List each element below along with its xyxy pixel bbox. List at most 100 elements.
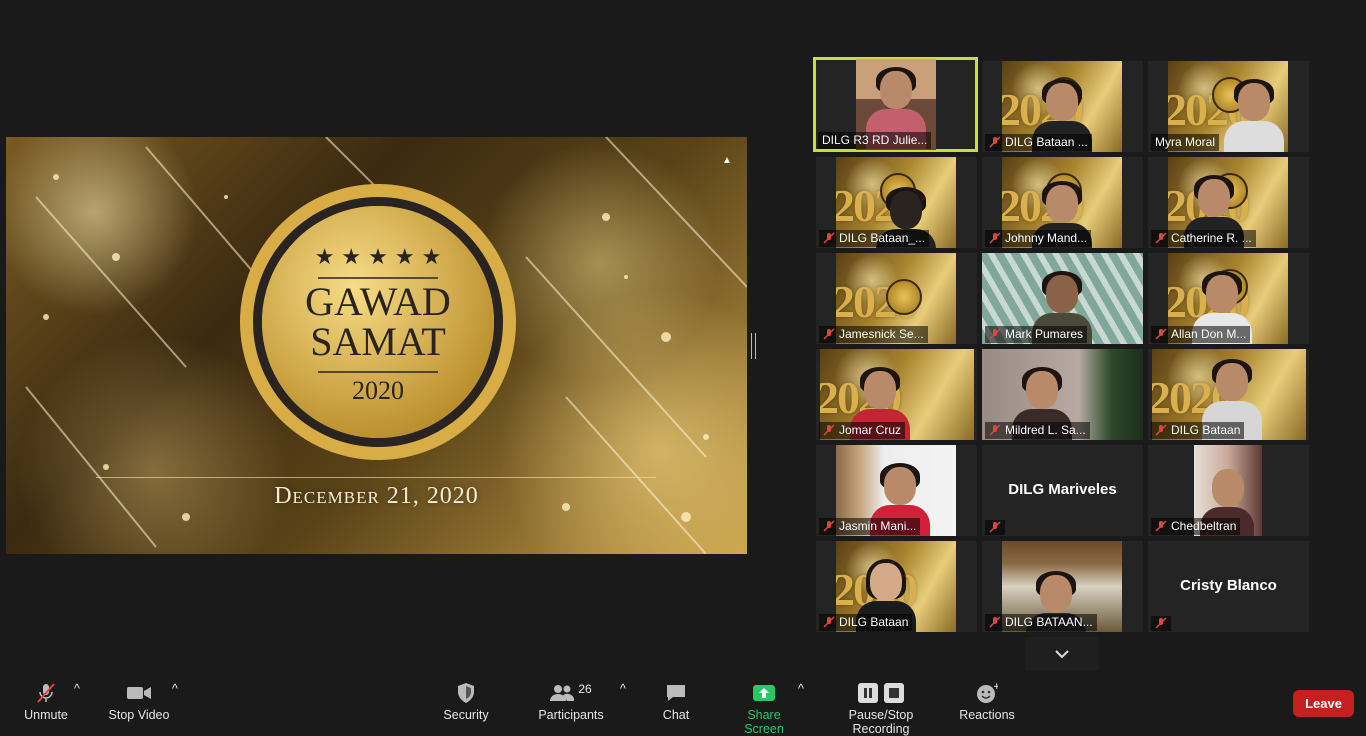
security-label: Security <box>443 708 489 722</box>
mic-muted-icon <box>823 520 835 532</box>
chat-bubble-icon <box>667 685 685 701</box>
audio-options-caret[interactable]: ^ <box>74 682 80 696</box>
participants-button[interactable]: 26 Participants <box>536 682 606 722</box>
participant-name-label: Jasmin Mani... <box>819 518 921 535</box>
participant-name: Jamesnick Se... <box>839 327 924 341</box>
video-camera-icon <box>127 687 151 699</box>
participant-name-label: Mildred L. Sa... <box>985 422 1090 439</box>
participant-name: Chedbeltran <box>1171 519 1237 533</box>
badge-year: 2020 <box>352 376 404 405</box>
participant-tile[interactable]: Myra Moral <box>1148 61 1309 152</box>
participant-name-label: DILG Bataan_... <box>819 230 930 247</box>
security-button[interactable]: Security <box>440 682 492 722</box>
participant-tile[interactable]: DILG R3 RD Julie... <box>813 57 978 152</box>
mic-muted-icon <box>1155 520 1167 532</box>
meeting-toolbar: Unmute ^ Stop Video ^ Security 26 Partic… <box>0 674 1366 736</box>
participant-name-label: DILG BATAAN... <box>985 614 1097 631</box>
participant-tile[interactable]: Mark Pumares <box>982 253 1143 344</box>
participant-name: Mark Pumares <box>1005 327 1084 341</box>
participant-name-label: Jamesnick Se... <box>819 326 928 343</box>
participants-options-caret[interactable]: ^ <box>620 682 626 696</box>
event-date: December 21, 2020 <box>274 483 479 509</box>
participant-tile[interactable]: Chedbeltran <box>1148 445 1309 536</box>
participant-name: Jomar Cruz <box>839 423 902 437</box>
unmute-label: Unmute <box>24 708 68 722</box>
participant-tile[interactable]: DILG BATAAN... <box>982 541 1143 632</box>
emoji-plus-icon: + <box>977 682 998 703</box>
participant-name-label: Johnny Mand... <box>985 230 1092 247</box>
reactions-label: Reactions <box>959 708 1015 722</box>
video-options-caret[interactable]: ^ <box>172 682 178 696</box>
participant-tile[interactable]: DILG Mariveles <box>982 445 1143 536</box>
mic-muted-icon <box>823 424 835 436</box>
participant-tile[interactable]: Cristy Blanco <box>1148 541 1309 632</box>
participant-name: Jasmin Mani... <box>839 519 917 533</box>
stop-video-label: Stop Video <box>108 708 170 722</box>
participant-name-label: Catherine R. ... <box>1151 230 1256 247</box>
participant-name-label: Jomar Cruz <box>819 422 906 439</box>
participants-count: 26 <box>578 682 592 696</box>
participant-name-label: Chedbeltran <box>1151 518 1241 535</box>
participant-tile[interactable]: Catherine R. ... <box>1148 157 1309 248</box>
mic-muted-icon <box>989 616 1001 628</box>
badge-text: GAWAD SAMAT 2020 <box>238 182 518 462</box>
participant-tile[interactable]: Jamesnick Se... <box>816 253 977 344</box>
mic-muted-icon <box>1155 617 1167 629</box>
mic-muted-icon <box>1155 424 1167 436</box>
share-screen-button[interactable]: Share Screen <box>726 682 802 736</box>
mic-muted-icon <box>989 424 1001 436</box>
participant-tile[interactable]: Mildred L. Sa... <box>982 349 1143 440</box>
mic-muted-icon <box>1155 328 1167 340</box>
participant-name-label: Myra Moral <box>1151 134 1220 151</box>
participant-tile[interactable]: Jomar Cruz <box>816 349 977 440</box>
unmute-button[interactable]: Unmute <box>14 682 78 722</box>
mic-muted-icon <box>823 616 835 628</box>
leave-button[interactable]: Leave <box>1293 690 1354 717</box>
participant-name: DILG Bataan <box>839 615 909 629</box>
mic-muted-icon <box>989 136 1001 148</box>
participant-name-label: DILG Bataan <box>819 614 913 631</box>
mic-muted-icon <box>823 232 835 244</box>
mic-muted-icon <box>823 328 835 340</box>
badge-title-line1: GAWAD <box>305 279 451 324</box>
participant-tile[interactable]: DILG Bataan <box>1148 349 1309 440</box>
participants-icon <box>550 685 575 701</box>
chat-button[interactable]: Chat <box>656 682 696 722</box>
participant-tile[interactable]: Johnny Mand... <box>982 157 1143 248</box>
mic-muted-icon <box>37 683 55 703</box>
participant-name: Allan Don M... <box>1171 327 1247 341</box>
reactions-button[interactable]: + Reactions <box>958 682 1016 722</box>
svg-text:+: + <box>993 682 998 692</box>
participant-name-label <box>985 520 1005 535</box>
share-screen-icon <box>753 685 775 701</box>
participant-name: DILG Bataan ... <box>1005 135 1088 149</box>
chevron-down-icon <box>1055 649 1069 658</box>
participant-name: Mildred L. Sa... <box>1005 423 1086 437</box>
participant-tile[interactable]: DILG Bataan <box>816 541 977 632</box>
participant-tile[interactable]: Allan Don M... <box>1148 253 1309 344</box>
stop-video-button[interactable]: Stop Video <box>104 682 174 722</box>
participant-name-label: Mark Pumares <box>985 326 1088 343</box>
participant-name-label <box>1151 616 1171 631</box>
splitter-handle[interactable] <box>751 333 756 359</box>
pause-stop-recording-button[interactable]: Pause/Stop Recording <box>820 682 942 736</box>
shared-screen: ★ ★ ★ ★ ★ GAWAD SAMAT 2020 December 21, … <box>6 137 747 554</box>
participant-name: Johnny Mand... <box>1005 231 1088 245</box>
mic-muted-icon <box>1155 232 1167 244</box>
participant-tile[interactable]: Jasmin Mani... <box>816 445 977 536</box>
participant-name: DILG BATAAN... <box>1005 615 1093 629</box>
participant-name: DILG R3 RD Julie... <box>822 133 928 147</box>
recording-label: Pause/Stop Recording <box>848 708 914 736</box>
participant-tile[interactable]: DILG Bataan_... <box>816 157 977 248</box>
participant-name: Catherine R. ... <box>1171 231 1252 245</box>
participant-name-label: Allan Don M... <box>1151 326 1251 343</box>
participant-tile[interactable]: DILG Bataan ... <box>982 61 1143 152</box>
chat-label: Chat <box>662 708 690 722</box>
participant-name: DILG Bataan_... <box>839 231 926 245</box>
mic-muted-icon <box>989 232 1001 244</box>
pause-icon <box>858 683 878 703</box>
participant-name-center: DILG Mariveles <box>1008 481 1117 498</box>
gallery-next-page-button[interactable] <box>1025 637 1099 670</box>
share-options-caret[interactable]: ^ <box>798 682 804 696</box>
participants-label: Participants <box>538 708 604 722</box>
